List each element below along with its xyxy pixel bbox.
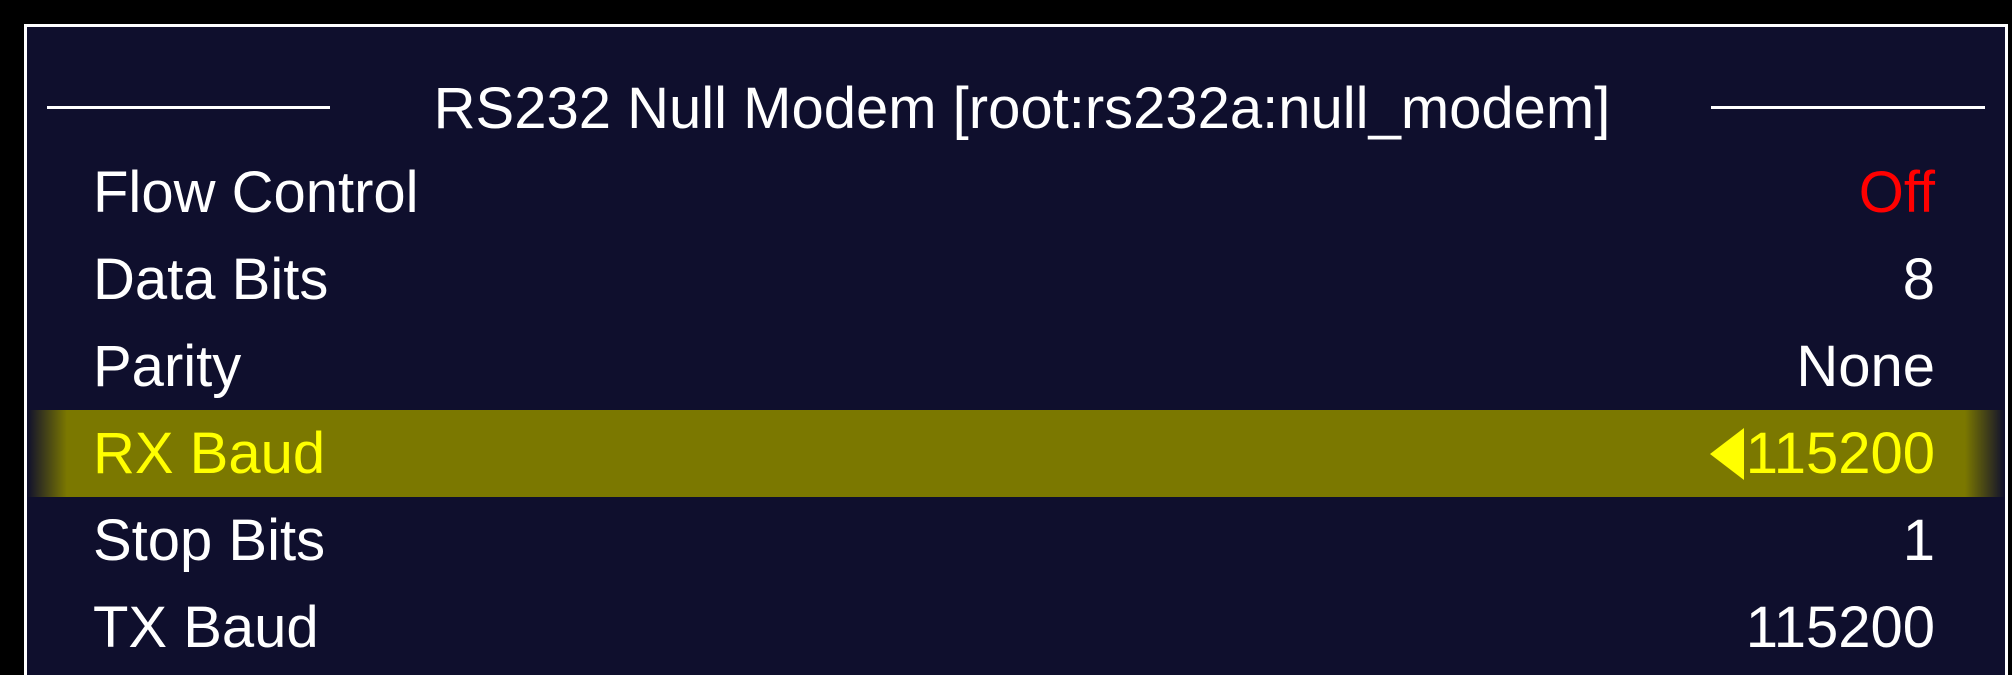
title-divider-right xyxy=(1711,106,1985,109)
menu-item-value-group: 115200 xyxy=(1709,410,1935,497)
menu-item-label: Data Bits xyxy=(93,247,329,312)
menu-item-label: TX Baud xyxy=(93,595,319,660)
menu-item-data-bits[interactable]: Data Bits 8 xyxy=(27,236,2005,323)
menu-item-flow-control[interactable]: Flow Control Off xyxy=(27,149,2005,236)
menu-header: RS232 Null Modem [root:rs232a:null_modem… xyxy=(27,69,2005,149)
menu-item-tx-baud[interactable]: TX Baud 115200 xyxy=(27,584,2005,671)
menu-item-value: Off xyxy=(1858,160,1935,225)
menu-item-label: Stop Bits xyxy=(93,508,326,573)
menu-item-value: 1 xyxy=(1902,508,1935,573)
settings-panel: RS232 Null Modem [root:rs232a:null_modem… xyxy=(24,24,2008,675)
menu-item-label: Flow Control xyxy=(93,160,419,225)
menu-item-label: RX Baud xyxy=(93,421,326,486)
window-frame: RS232 Null Modem [root:rs232a:null_modem… xyxy=(0,0,2012,675)
menu-item-label: Parity xyxy=(93,334,242,399)
menu-item-value: 8 xyxy=(1902,247,1935,312)
menu-item-value: None xyxy=(1796,334,1935,399)
menu-item-rx-baud[interactable]: RX Baud 115200 xyxy=(27,410,2005,497)
menu-title: RS232 Null Modem [root:rs232a:null_modem… xyxy=(433,76,1611,141)
menu-item-value: 115200 xyxy=(1745,421,1935,486)
menu-item-value: 115200 xyxy=(1745,595,1935,660)
title-divider-left xyxy=(47,106,330,109)
left-triangle-icon[interactable] xyxy=(1709,427,1744,480)
menu-item-parity[interactable]: Parity None xyxy=(27,323,2005,410)
menu-item-stop-bits[interactable]: Stop Bits 1 xyxy=(27,497,2005,584)
